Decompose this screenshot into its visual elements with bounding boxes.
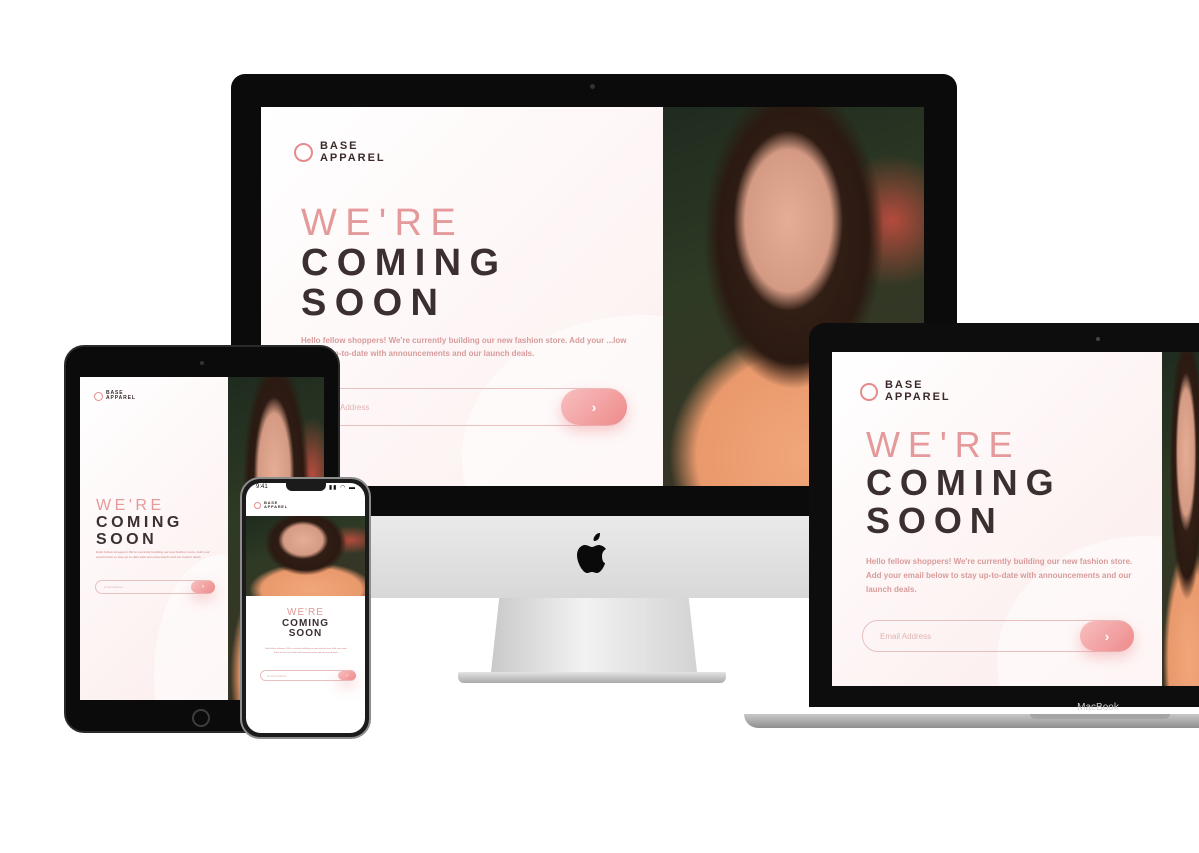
- brand-logo: BASE APPAREL: [294, 140, 386, 164]
- submit-button[interactable]: ›: [1080, 621, 1134, 651]
- hero-line1: WE'RE: [96, 497, 165, 514]
- email-field[interactable]: Email Address: [863, 621, 1063, 651]
- ring-icon: [94, 391, 103, 401]
- imac-camera: [590, 84, 595, 89]
- brand-logo: BASE APPAREL: [860, 379, 951, 403]
- ring-icon: [294, 143, 313, 163]
- email-form: Email Address ›: [862, 620, 1134, 652]
- macbook-camera: [1096, 337, 1100, 341]
- macbook-screen: BASE APPAREL WE'RE COMING SOON Hello fel…: [832, 352, 1199, 686]
- brand-logo: BASE APPAREL: [254, 500, 288, 510]
- brand-line1: BASE: [320, 140, 359, 152]
- hero-line2: COMING: [96, 513, 183, 531]
- email-field[interactable]: Email Address: [96, 581, 186, 593]
- chevron-right-icon: ›: [591, 399, 597, 415]
- brand-line1: BASE: [885, 379, 924, 391]
- intro-text: Hello fellow shoppers! We're currently b…: [866, 557, 1133, 594]
- ipad-home-button: [192, 709, 210, 727]
- brand-line2: APPAREL: [320, 151, 386, 164]
- imac-stand-foot: [458, 672, 726, 683]
- intro-text: Hello fellow shoppers! We're currently b…: [96, 550, 210, 560]
- brand-line2: APPAREL: [264, 504, 288, 510]
- hero-photo: [246, 516, 365, 596]
- hero-photo: [1162, 352, 1199, 686]
- intro-text: Hello fellow shoppers! We're currently b…: [301, 336, 627, 358]
- hero-line1: WE'RE: [301, 202, 465, 244]
- brand-logo: BASE APPAREL: [94, 390, 136, 402]
- hero-line3: SOON: [301, 281, 447, 324]
- content-pane: BASE APPAREL WE'RE COMING SOON Hello fel…: [80, 377, 228, 700]
- intro-text: Hello fellow shoppers! We're currently b…: [265, 648, 347, 654]
- hero-line2: COMING: [866, 461, 1062, 503]
- brand-line2: APPAREL: [106, 395, 136, 402]
- email-field[interactable]: Email Address: [261, 671, 331, 680]
- email-form: Email Address ›: [260, 670, 356, 681]
- ring-icon: [254, 501, 261, 509]
- content-pane: BASE APPAREL WE'RE COMING SOON Hello fel…: [832, 352, 1162, 686]
- email-form: Email Address ›: [95, 580, 215, 594]
- submit-button[interactable]: ›: [191, 581, 215, 593]
- apple-logo-icon: [577, 533, 606, 573]
- hero-line3: SOON: [96, 530, 158, 548]
- hero-heading: WE'RE COMING SOON: [866, 426, 1062, 539]
- macbook-notch: [1030, 714, 1170, 719]
- hero-heading: WE'RE COMING SOON: [96, 497, 183, 548]
- brand-line2: APPAREL: [885, 390, 951, 403]
- hero-line3: SOON: [866, 499, 1004, 541]
- hero-line3: SOON: [288, 628, 323, 639]
- status-time: 9:41: [256, 484, 268, 490]
- chevron-right-icon: ›: [346, 672, 348, 679]
- macbook-label: MacBook: [1077, 702, 1119, 713]
- status-icons: ▮▮ ◠ ▬: [328, 485, 356, 491]
- hero-line1: WE'RE: [287, 607, 324, 618]
- submit-button[interactable]: ›: [561, 389, 627, 425]
- ipad-camera: [200, 361, 204, 365]
- iphone-notch: [286, 483, 326, 491]
- email-form: Address ›: [301, 388, 627, 426]
- submit-button[interactable]: ›: [338, 671, 356, 680]
- imac-stand-neck: [491, 598, 697, 672]
- hero-line1: WE'RE: [866, 424, 1021, 465]
- hero-heading: WE'RE COMING SOON: [246, 607, 365, 640]
- iphone-screen: 9:41 ▮▮ ◠ ▬ BASE APPAREL WE'RE COMING SO…: [246, 483, 365, 733]
- hero-line2: COMING: [301, 241, 508, 284]
- ring-icon: [860, 382, 878, 401]
- chevron-right-icon: ›: [202, 584, 204, 590]
- hero-heading: WE'RE COMING SOON: [301, 202, 508, 324]
- chevron-right-icon: ›: [1104, 628, 1110, 644]
